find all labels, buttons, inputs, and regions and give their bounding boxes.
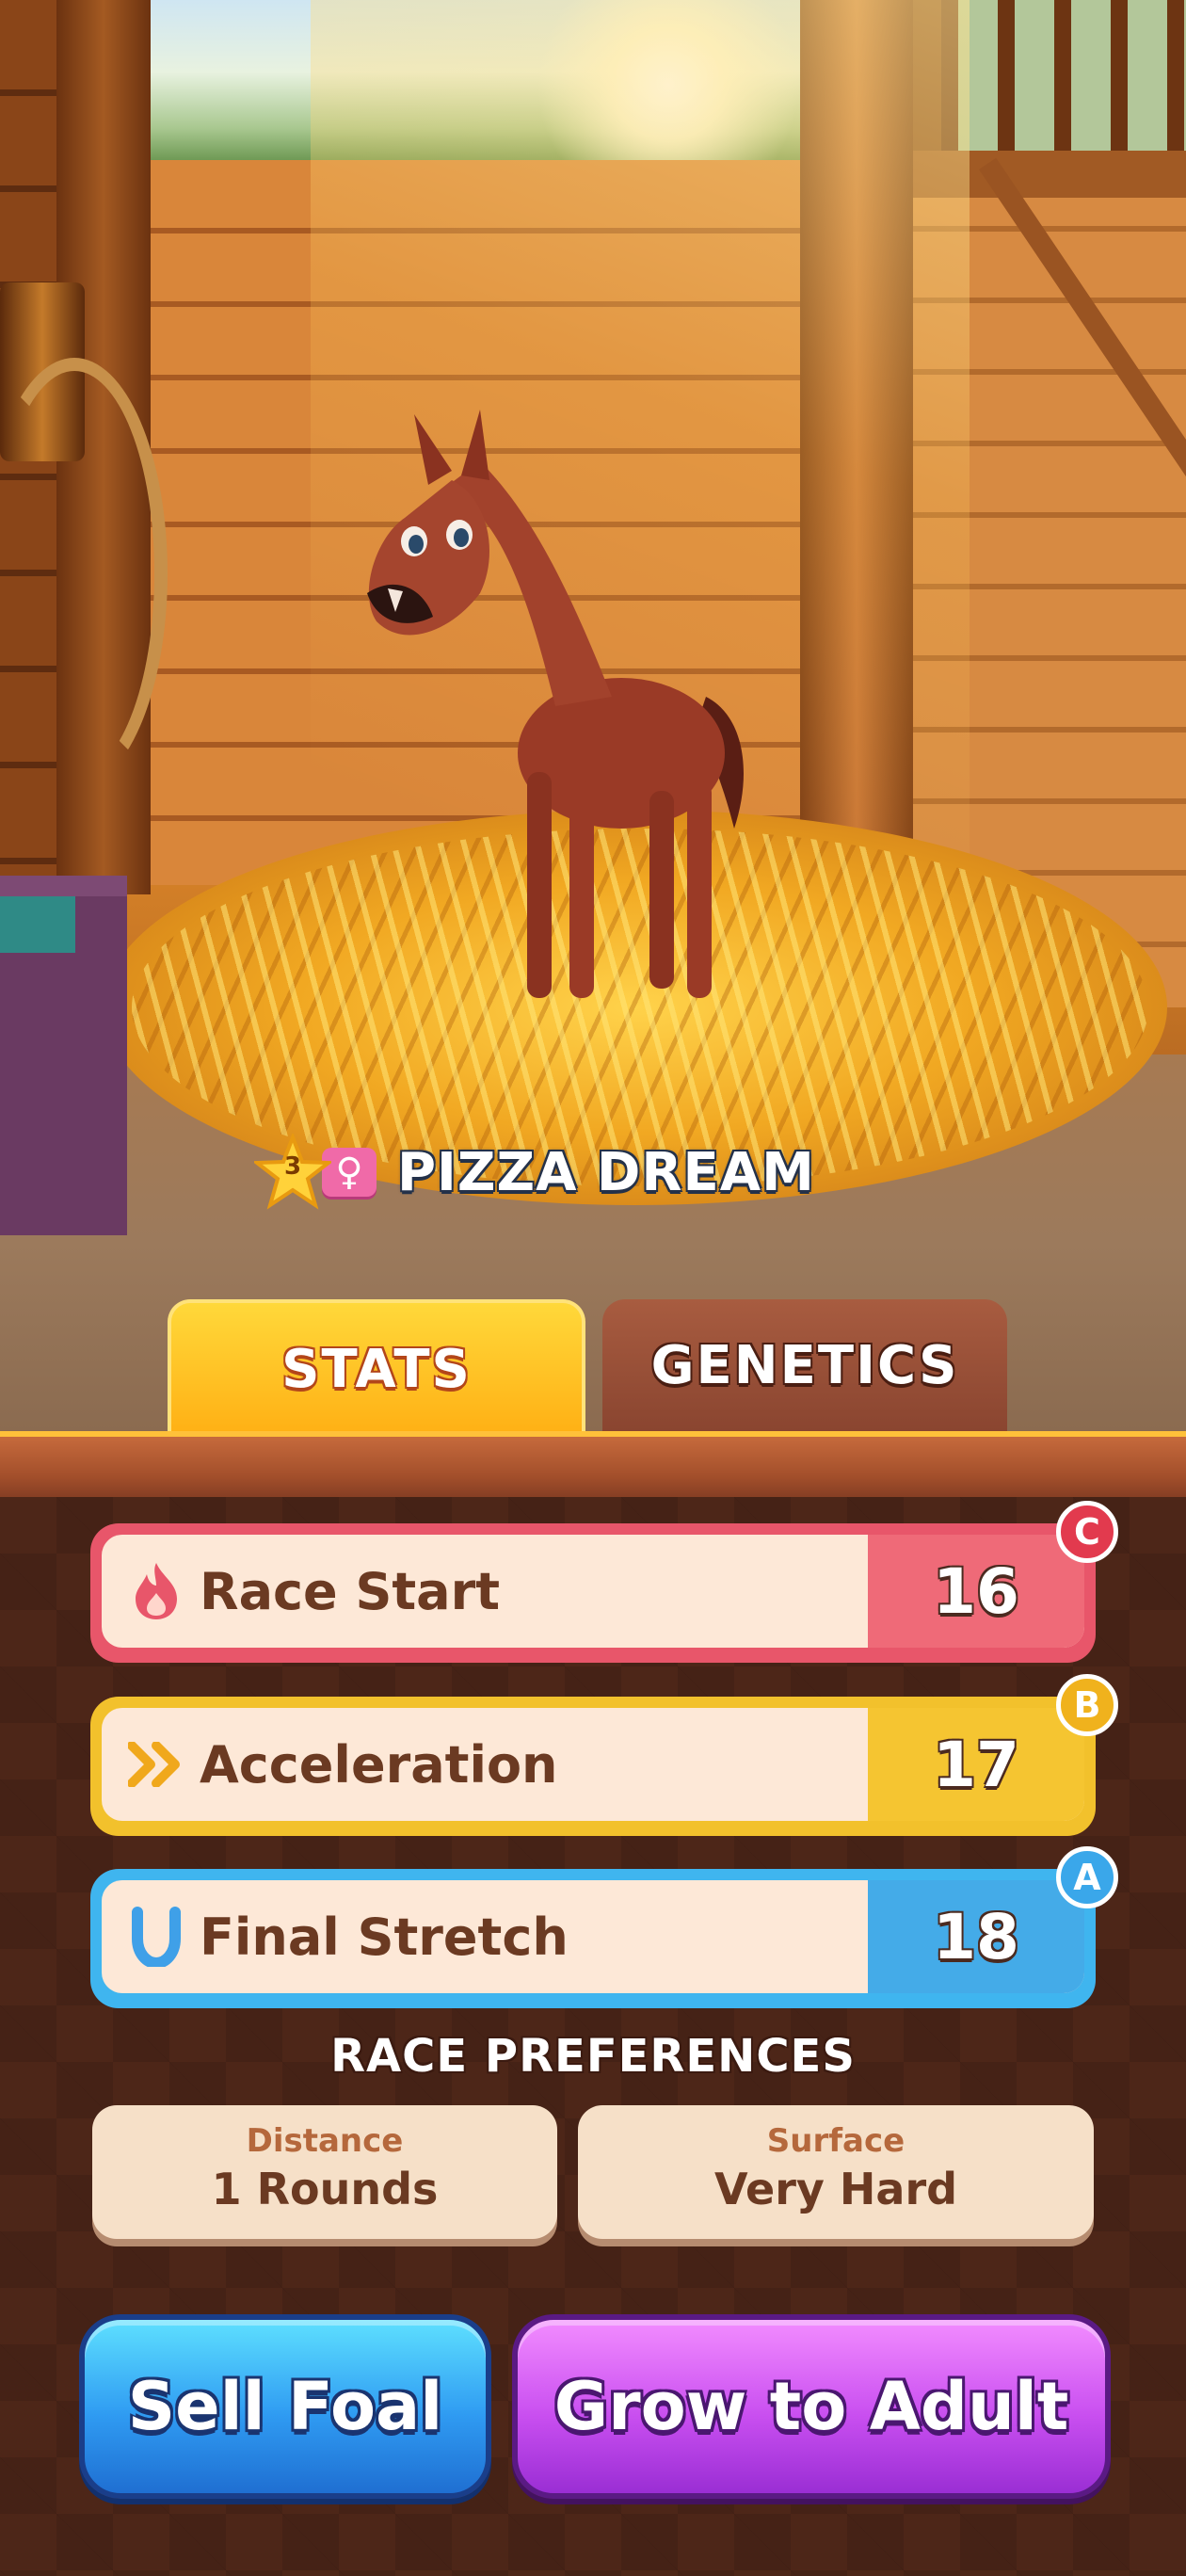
distance-value: 1 Rounds [211,2164,439,2214]
stall-bars [941,0,1186,160]
horse-name: PIZZA DREAM [397,1141,815,1203]
stat-label-area: Final Stretch [102,1880,868,1993]
race-preferences-title: RACE PREFERENCES [330,2030,856,2083]
stat-acceleration: Acceleration 17 B [90,1674,1118,1836]
stat-label-area: Acceleration [102,1708,868,1821]
distance-preference-card: Distance 1 Rounds [92,2105,557,2239]
tab-stats[interactable]: STATS [168,1299,585,1431]
grade-badge: C [1056,1501,1118,1563]
surface-value: Very Hard [713,2164,958,2214]
grow-to-adult-button[interactable]: Grow to Adult [512,2314,1111,2499]
stat-final-stretch: Final Stretch 18 A [90,1846,1118,2008]
foal-horse[interactable] [339,377,772,1055]
level-number: 3 [283,1152,302,1181]
stat-label: Acceleration [200,1734,558,1795]
stat-body: Acceleration 17 [102,1708,1084,1821]
flame-icon [126,1561,186,1621]
double-chevron-icon [126,1734,186,1795]
stat-value: 18 [868,1880,1084,1993]
horse-name-row: 3 ♀ PIZZA DREAM [254,1134,815,1211]
stat-label-area: Race Start [102,1535,868,1648]
grade-badge: A [1056,1846,1118,1908]
surface-label: Surface [766,2122,906,2160]
distance-label: Distance [246,2122,404,2160]
stat-label: Final Stretch [200,1907,569,1967]
stable-scene: 3 ♀ PIZZA DREAM STATS GENETICS [0,0,1186,1431]
crate-water [0,896,75,953]
horseshoe-icon [126,1907,186,1967]
stat-value: 16 [868,1535,1084,1648]
level-star-badge: 3 [254,1134,331,1211]
panel-rim [0,1431,1186,1503]
stat-body: Race Start 16 [102,1535,1084,1648]
stat-race-start: Race Start 16 C [90,1501,1118,1663]
grade-badge: B [1056,1674,1118,1736]
tab-genetics[interactable]: GENETICS [602,1299,1007,1431]
stat-label: Race Start [200,1561,501,1621]
surface-preference-card: Surface Very Hard [578,2105,1094,2239]
stat-value: 17 [868,1708,1084,1821]
sell-foal-button[interactable]: Sell Foal [79,2314,491,2499]
stat-body: Final Stretch 18 [102,1880,1084,1993]
